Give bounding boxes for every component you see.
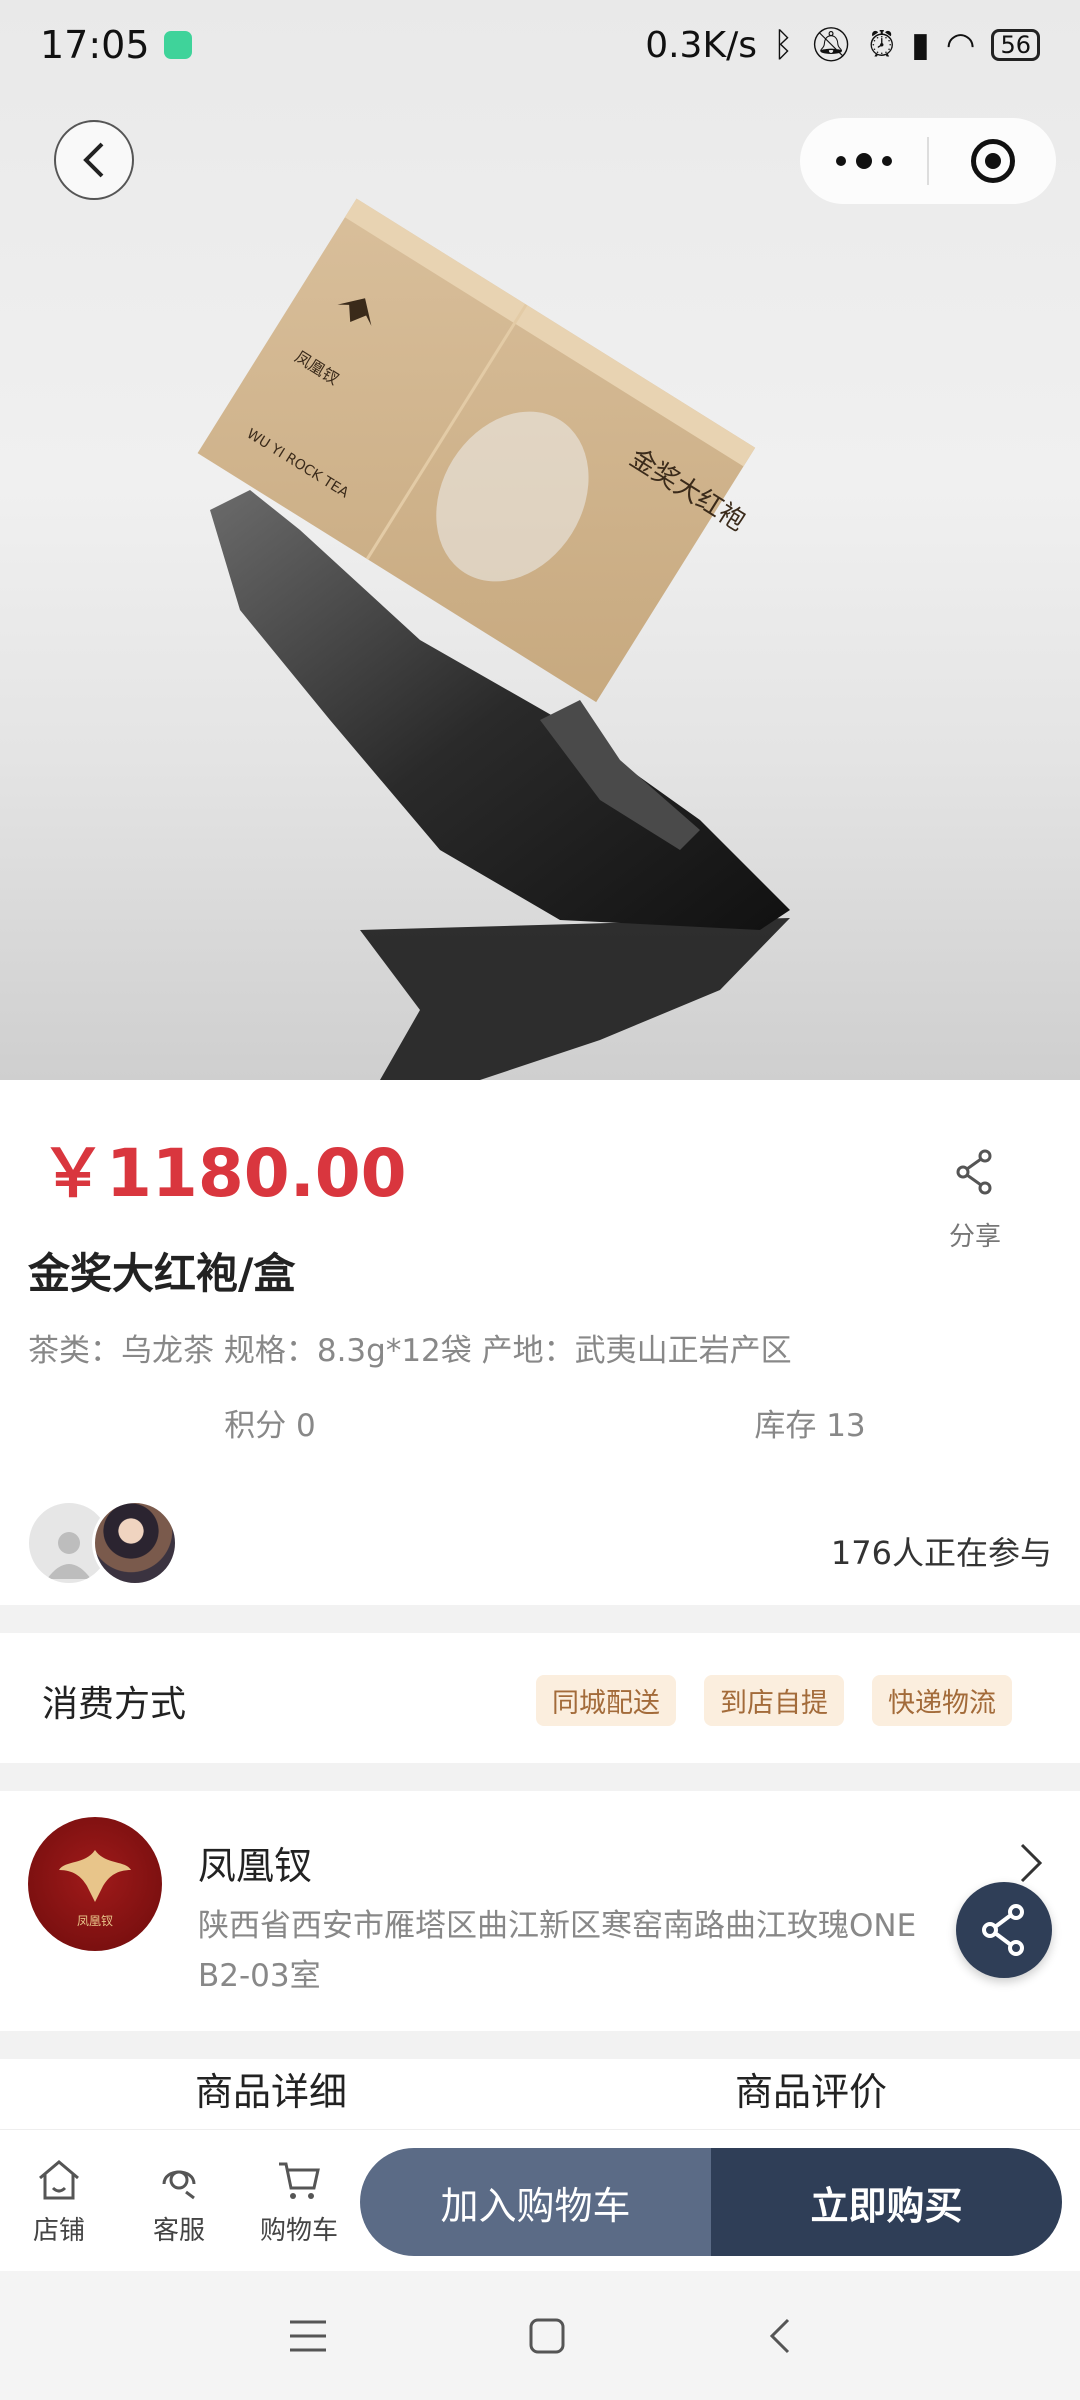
user-placeholder-icon <box>47 1532 91 1579</box>
share-label: 分享 <box>948 1222 1001 1252</box>
nav-service[interactable]: 客服 <box>124 2158 234 2247</box>
tag-local-delivery: 同城配送 <box>536 1675 676 1726</box>
floating-share-button[interactable] <box>956 1882 1052 1978</box>
share-icon <box>982 1904 1024 1956</box>
mini-program-capsule <box>800 118 1056 204</box>
buy-now-button[interactable]: 立即购买 <box>711 2148 1062 2256</box>
bluetooth-icon: ᛒ <box>772 25 794 65</box>
more-dots-icon <box>835 153 892 169</box>
tag-store-pickup: 到店自提 <box>704 1675 844 1726</box>
product-hero: 金奖大红袍 凤凰钗 WU YI ROCK TEA <box>0 0 1080 1080</box>
store-address: 陕西省西安市雁塔区曲江新区寒窑南路曲江玫瑰ONE B2-03室 <box>198 1908 917 1994</box>
product-title: 金奖大红袍/盒 <box>28 1249 296 1298</box>
home-icon <box>39 2160 79 2200</box>
detail-tabs: 商品详细 商品评价 <box>0 2059 1080 2129</box>
avatar <box>92 1500 178 1586</box>
store-name: 凤凰钗 <box>198 1844 313 1888</box>
consume-method-label: 消费方式 <box>42 1684 187 1725</box>
chevron-right-icon <box>1020 1843 1043 1883</box>
battery-icon: 56 <box>991 29 1040 61</box>
product-info-card: ￥1180.00 分享 金奖大红袍/盒 茶类：乌龙茶 规格：8.3g*12袋 产… <box>0 1080 1080 1605</box>
nav-shop-label: 店铺 <box>32 2216 85 2246</box>
back-button[interactable] <box>54 120 134 200</box>
nav-shop[interactable]: 店铺 <box>4 2158 114 2247</box>
phoenix-logo-icon <box>59 1849 131 1902</box>
bell-off-icon: 🔕︎ <box>809 25 853 65</box>
store-logo-text: 凤凰钗 <box>76 1913 113 1928</box>
chevron-left-icon <box>83 142 104 178</box>
stock-value: 库存 13 <box>754 1408 866 1444</box>
nav-cart[interactable]: 购物车 <box>244 2158 354 2247</box>
bottom-action-bar: 店铺 客服 购物车 加入购物车 立即购买 <box>0 2129 1080 2271</box>
participant-avatars <box>26 1500 178 1586</box>
cart-icon <box>279 2162 320 2199</box>
app-notification-icon <box>163 31 192 59</box>
store-logo: 凤凰钗 <box>28 1817 162 1951</box>
store-card[interactable]: 凤凰钗 凤凰钗 陕西省西安市雁塔区曲江新区寒窑南路曲江玫瑰ONE B2-03室 <box>0 1791 1080 2031</box>
purchase-buttons: 加入购物车 立即购买 <box>360 2148 1062 2256</box>
add-to-cart-button[interactable]: 加入购物车 <box>360 2148 711 2256</box>
nav-cart-label: 购物车 <box>259 2216 338 2246</box>
system-navigation-bar <box>0 2271 1080 2400</box>
alarm-icon: ⏰︎ <box>868 25 896 65</box>
more-button[interactable] <box>800 118 927 204</box>
status-time: 17:05 <box>40 23 150 67</box>
product-specs: 茶类：乌龙茶 规格：8.3g*12袋 产地：武夷山正岩产区 <box>28 1333 792 1369</box>
back-nav-icon[interactable] <box>766 2316 792 2356</box>
headset-icon <box>162 2170 196 2200</box>
menu-icon[interactable] <box>288 2318 328 2354</box>
home-square-icon[interactable] <box>528 2317 566 2355</box>
share-button[interactable]: 分享 <box>930 1148 1020 1253</box>
consume-method-card: 消费方式 同城配送 到店自提 快递物流 <box>0 1633 1080 1763</box>
target-icon <box>970 139 1015 183</box>
share-icon <box>956 1149 992 1195</box>
points-value: 积分 0 <box>224 1408 316 1444</box>
wifi-icon: ◠ <box>945 25 976 65</box>
nav-service-label: 客服 <box>152 2216 205 2246</box>
tab-product-detail[interactable]: 商品详细 <box>195 2061 347 2116</box>
participants-count: 176人正在参与 <box>830 1534 1052 1572</box>
close-button[interactable] <box>929 118 1056 204</box>
tag-express: 快递物流 <box>872 1675 1012 1726</box>
status-bar: 17:05 0.3K/s ᛒ 🔕︎ ⏰︎ ▮ ◠ 56 <box>0 0 1080 90</box>
product-price: ￥1180.00 <box>40 1135 407 1212</box>
network-speed: 0.3K/s <box>645 24 757 66</box>
signal-icon: ▮ <box>911 25 930 65</box>
product-stats: 积分 0 库存 13 <box>0 1400 1080 1445</box>
tab-product-reviews[interactable]: 商品评价 <box>735 2061 887 2116</box>
